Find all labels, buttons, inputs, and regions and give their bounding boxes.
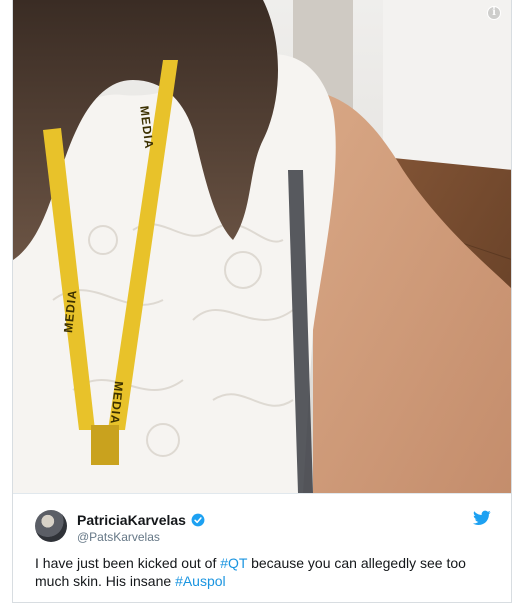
avatar[interactable] (35, 510, 67, 542)
author-display-name[interactable]: PatriciaKarvelas (77, 512, 186, 528)
hashtag-link-qt[interactable]: #QT (220, 555, 247, 571)
hashtag-link-auspol[interactable]: #Auspol (175, 573, 226, 589)
tweet-text-part-1: I have just been kicked out of (35, 555, 221, 571)
tweet-text: I have just been kicked out of #QT becau… (35, 554, 495, 590)
selfie-illustration (13, 0, 511, 493)
verified-badge-icon (191, 513, 205, 527)
tweet-body: PatriciaKarvelas @PatsKarvelas I have ju… (13, 493, 511, 602)
info-icon[interactable]: i (487, 6, 501, 20)
author-handle[interactable]: @PatsKarvelas (77, 530, 205, 544)
tweet-author[interactable]: PatriciaKarvelas @PatsKarvelas (77, 512, 205, 544)
tweet-photo[interactable]: MEDIA MEDIA MEDIA i (13, 0, 511, 493)
twitter-bird-icon[interactable] (473, 510, 491, 526)
embedded-tweet-card: MEDIA MEDIA MEDIA i PatriciaKarvelas @Pa… (12, 0, 512, 603)
